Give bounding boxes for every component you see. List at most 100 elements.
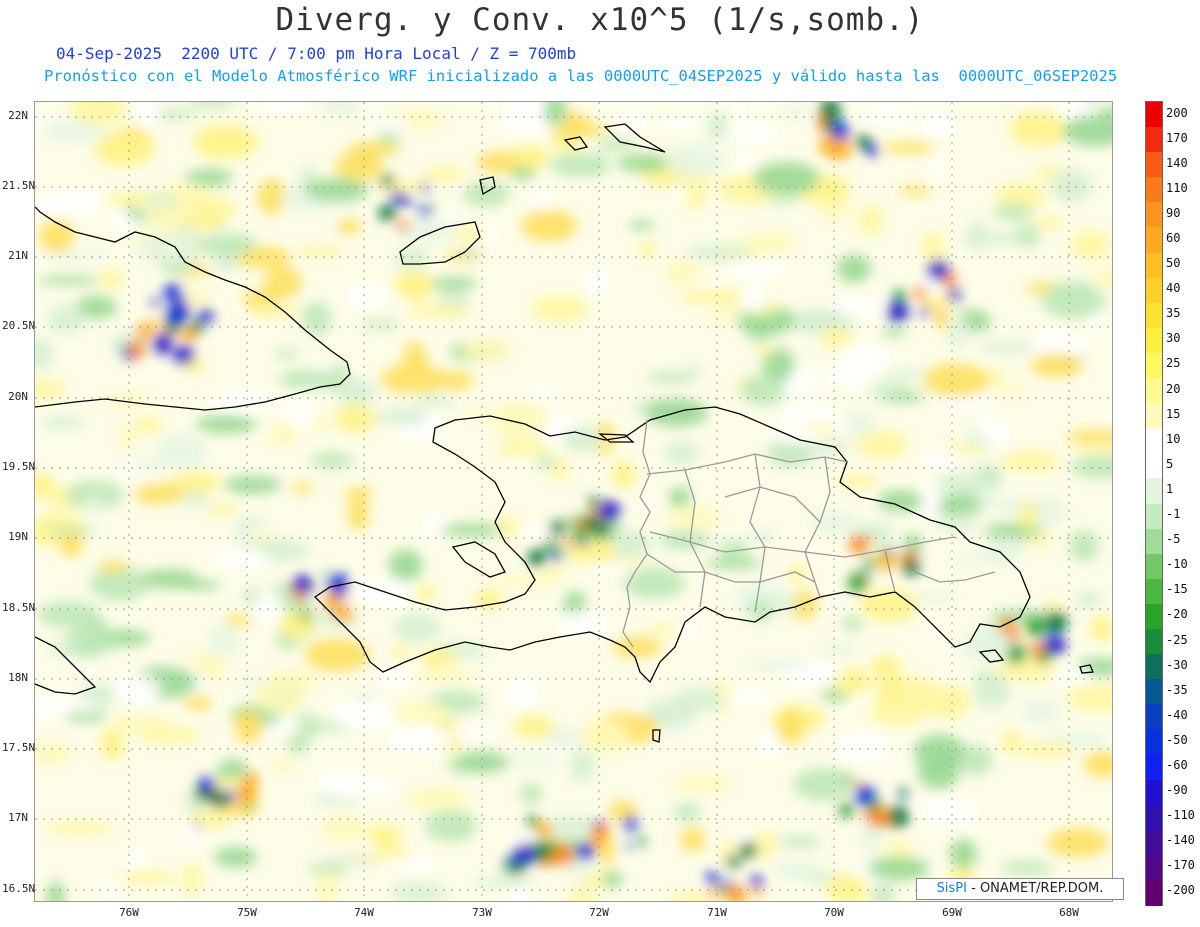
field-cell [1062,115,1112,147]
field-cell [321,102,361,117]
colorbar-segment [1146,327,1162,354]
field-cell-intense [898,788,908,798]
field-cell [611,460,637,489]
field-cell [949,443,986,452]
lat-label: 22N [8,109,28,122]
field-cell [334,403,376,434]
field-cell [1051,169,1093,203]
field-cell [388,549,423,582]
colorbar-segment [1146,252,1162,279]
field-cell-intense [637,837,646,846]
field-cell [334,151,384,181]
field-cell-intense [623,815,638,831]
field-cell [913,734,965,771]
field-cell [932,399,992,410]
field-cell [586,264,608,297]
field-cell [457,248,482,257]
field-cell [1047,828,1109,858]
field-cell [504,675,538,710]
field-cell [537,456,555,470]
field-cell [214,847,257,868]
subtitle-model: Pronóstico con el Modelo Atmosférico WRF… [44,67,1118,85]
field-cell [234,519,267,528]
colorbar-label: -1 [1166,507,1181,522]
colorbar-segment [1146,453,1162,479]
field-cell [966,425,984,457]
field-cell [200,137,263,150]
field-cell [787,564,808,581]
field-cell-intense [420,183,430,193]
field-cell [1041,283,1106,319]
lon-label: 70W [824,906,844,919]
field-cell [978,341,1037,353]
field-cell [332,698,394,732]
field-cell [489,402,549,439]
field-cell [726,122,780,142]
field-cell [767,428,826,445]
field-cell [820,327,853,350]
field-cell [187,809,231,831]
colorbar-label: 60 [1166,231,1181,246]
field-cell [566,537,618,565]
field-cell [53,188,106,216]
colorbar-segment [1146,127,1162,153]
field-cell [382,407,428,425]
field-cell [367,778,396,791]
field-cell [1018,741,1075,758]
field-cell [679,292,741,303]
field-cell [353,578,413,610]
field-cell [976,487,996,510]
colorbar-segment [1146,553,1162,580]
field-cell [658,118,706,131]
field-cell [135,102,160,130]
field-cell [928,158,945,176]
field-cell-intense [532,840,543,851]
coastline-gonave [451,541,506,578]
field-cell [461,339,512,362]
colorbar-label: 140 [1166,155,1188,170]
colorbar-label: 10 [1166,431,1181,446]
field-cell [430,277,478,290]
colorbar-segment [1146,578,1162,605]
field-cell-intense [823,124,831,132]
field-cell-intense [199,776,216,792]
colorbar-segment [1146,628,1162,655]
field-cell [97,883,114,900]
field-cell-intense [913,286,927,300]
province-lines-8 [724,486,821,523]
colorbar-segment [1146,478,1162,504]
field-cell [522,388,561,400]
colorbar-label: -5 [1166,532,1181,547]
field-cell-intense [588,496,599,508]
field-cell [93,131,156,167]
colorbar-segment [1146,729,1162,755]
field-cell [493,575,559,587]
field-cell [947,316,969,350]
field-cell [496,440,554,456]
field-cell-intense [136,322,154,340]
field-cell [35,743,72,764]
field-cell [615,112,649,131]
field-cell [267,422,299,446]
field-cell [512,144,549,169]
field-cell [628,220,656,230]
field-cell [397,838,418,847]
field-cell [66,621,111,658]
field-cell [680,827,706,852]
field-cell [673,803,701,821]
colorbar-segment [1146,779,1162,806]
field-cell [1089,614,1112,642]
field-cell [60,532,83,558]
field-cell [921,797,980,827]
field-cell [882,142,936,154]
field-cell-intense [549,520,565,536]
colorbar-segment [1146,227,1162,254]
lat-label: 19.5N [2,460,36,473]
colorbar-segment [1146,754,1162,781]
colorbar [1145,101,1163,906]
field-cell [831,733,891,764]
field-cell [224,476,281,494]
lon-label: 69W [942,906,962,919]
field-cell [121,870,177,885]
field-cell [819,643,855,655]
